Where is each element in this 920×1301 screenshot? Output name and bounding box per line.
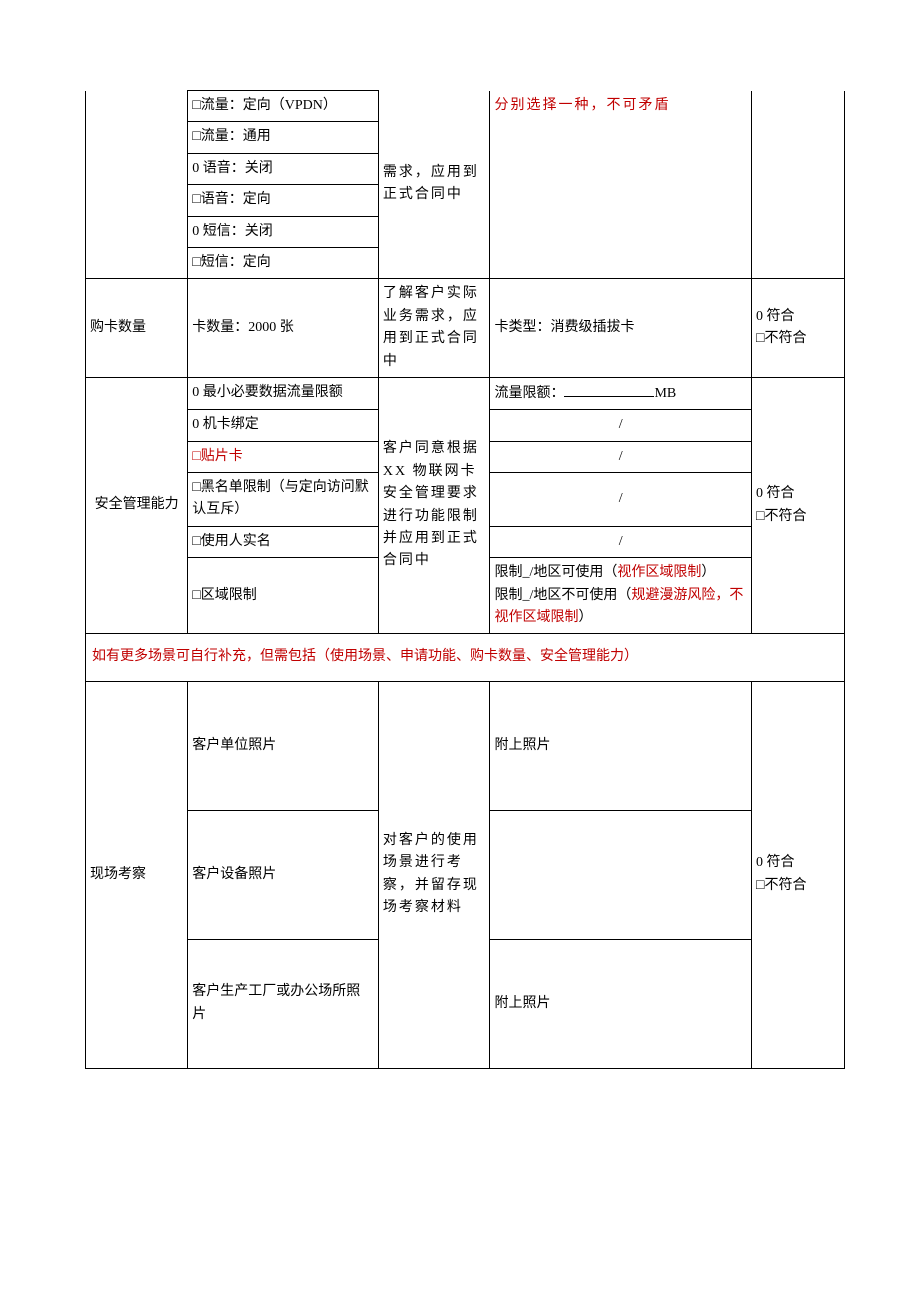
site-label: 现场考察 — [86, 681, 188, 1068]
buy-purpose: 了解客户实际业务需求，应用到正式合同中 — [378, 279, 490, 378]
site-p1: 客户单位照片 — [188, 681, 379, 810]
sec-o6: □区域限制 — [188, 558, 379, 634]
sec-d6a: 限制_/地区可使用（ — [494, 565, 617, 580]
note-row: 如有更多场景可自行补充，但需包括（使用场景、申请功能、购卡数量、安全管理能力） — [86, 634, 845, 681]
apply-opt5: 0 短信：关闭 — [188, 216, 379, 247]
buy-detail: 卡类型：消费级插拔卡 — [490, 279, 752, 378]
sec-o1: 0 最小必要数据流量限额 — [188, 377, 379, 409]
sec-d1a: 流量限额： — [494, 386, 564, 401]
apply-opt6: □短信：定向 — [188, 247, 379, 278]
sec-d4: / — [490, 473, 752, 527]
sec-d6a-red: 视作区域限制 — [617, 565, 701, 580]
sec-d1: 流量限额： MB — [490, 377, 752, 409]
sec-o5: □使用人实名 — [188, 526, 379, 557]
apply-opt4: □语音：定向 — [188, 185, 379, 216]
sec-d6b: 限制_/地区不可使用（ — [494, 588, 631, 603]
apply-result — [751, 91, 844, 279]
sec-o3: □贴片卡 — [188, 441, 379, 472]
apply-purpose: 需求，应用到正式合同中 — [378, 91, 490, 279]
buy-result: 0 符合 □不符合 — [751, 279, 844, 378]
sec-d6b-end: ） — [578, 610, 592, 625]
requirements-table: □流量：定向（VPDN） 需求，应用到正式合同中 分别选择一种，不可矛盾 □流量… — [85, 90, 845, 1069]
buy-r2: □不符合 — [756, 331, 806, 346]
sec-d1-blank[interactable] — [564, 382, 654, 397]
buy-r1: 0 符合 — [756, 309, 795, 324]
site-r1: 0 符合 — [756, 855, 795, 870]
sec-o2: 0 机卡绑定 — [188, 410, 379, 441]
apply-label-cell — [86, 91, 188, 279]
site-att3: 附上照片 — [490, 939, 752, 1068]
buy-content: 卡数量：2000 张 — [188, 279, 379, 378]
sec-r2: □不符合 — [756, 509, 806, 524]
site-att1: 附上照片 — [490, 681, 752, 810]
sec-d3: / — [490, 441, 752, 472]
site-att2 — [490, 810, 752, 939]
apply-opt2: □流量：通用 — [188, 122, 379, 153]
sec-d6: 限制_/地区可使用（视作区域限制） 限制_/地区不可使用（规避漫游风险，不视作区… — [490, 558, 752, 634]
site-purpose: 对客户的使用场景进行考察，并留存现场考察材料 — [378, 681, 490, 1068]
sec-label: 安全管理能力 — [86, 377, 188, 634]
apply-opt3: 0 语音：关闭 — [188, 153, 379, 184]
sec-result: 0 符合 □不符合 — [751, 377, 844, 634]
sec-d2: / — [490, 410, 752, 441]
site-r2: □不符合 — [756, 878, 806, 893]
site-p2: 客户设备照片 — [188, 810, 379, 939]
site-p3: 客户生产工厂或办公场所照片 — [188, 939, 379, 1068]
apply-opt1: □流量：定向（VPDN） — [188, 91, 379, 122]
sec-purpose: 客户同意根据 XX 物联网卡安全管理要求进行功能限制并应用到正式合同中 — [378, 377, 490, 634]
sec-d5: / — [490, 526, 752, 557]
buy-label: 购卡数量 — [86, 279, 188, 378]
sec-o4: □黑名单限制（与定向访问默认互斥） — [188, 473, 379, 527]
site-result: 0 符合 □不符合 — [751, 681, 844, 1068]
sec-d1b: MB — [654, 386, 676, 401]
sec-r1: 0 符合 — [756, 486, 795, 501]
sec-d6a-end: ） — [701, 565, 715, 580]
apply-note: 分别选择一种，不可矛盾 — [490, 91, 752, 279]
